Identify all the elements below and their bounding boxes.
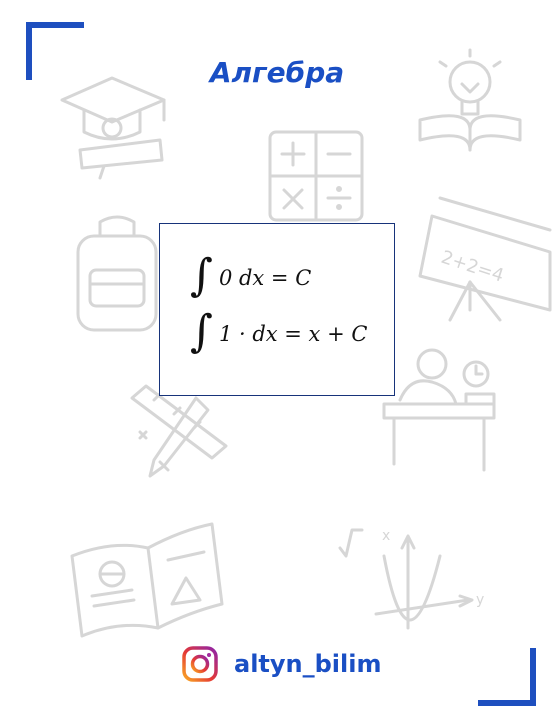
graph-axes-icon	[340, 530, 472, 628]
formula-line-1: ∫ 0 dx = C	[190, 250, 311, 306]
page-title: Алгебра	[209, 56, 345, 89]
formula-line-2: ∫ 1 · dx = x + C	[190, 306, 367, 362]
formula-box: ∫ 0 dx = C ∫ 1 · dx = x + C	[159, 223, 395, 396]
corner-bracket-bottom-right	[478, 648, 536, 706]
student-desk-icon	[384, 350, 494, 470]
page: 2+2=4 x y Алгебра ∫ 0 dx = C ∫ 1 · dx = …	[0, 0, 554, 718]
social-footer[interactable]: altyn_bilim	[182, 644, 382, 684]
formula-1-expression: 0 dx = C	[218, 266, 312, 290]
integral-sign-icon: ∫	[190, 306, 213, 357]
axis-x-label: x	[382, 528, 390, 544]
instagram-icon[interactable]	[182, 646, 218, 682]
axis-y-label: y	[476, 592, 484, 608]
graduation-cap-icon	[62, 78, 164, 178]
instagram-handle[interactable]: altyn_bilim	[234, 650, 382, 678]
backpack-icon	[78, 217, 156, 330]
integral-sign-icon: ∫	[190, 250, 213, 301]
geometry-book-icon	[72, 524, 222, 636]
board-text: 2+2=4	[438, 247, 506, 287]
math-operations-icon	[270, 132, 362, 220]
pencil-ruler-icon	[132, 386, 226, 476]
formula-2-expression: 1 · dx = x + C	[218, 322, 368, 346]
